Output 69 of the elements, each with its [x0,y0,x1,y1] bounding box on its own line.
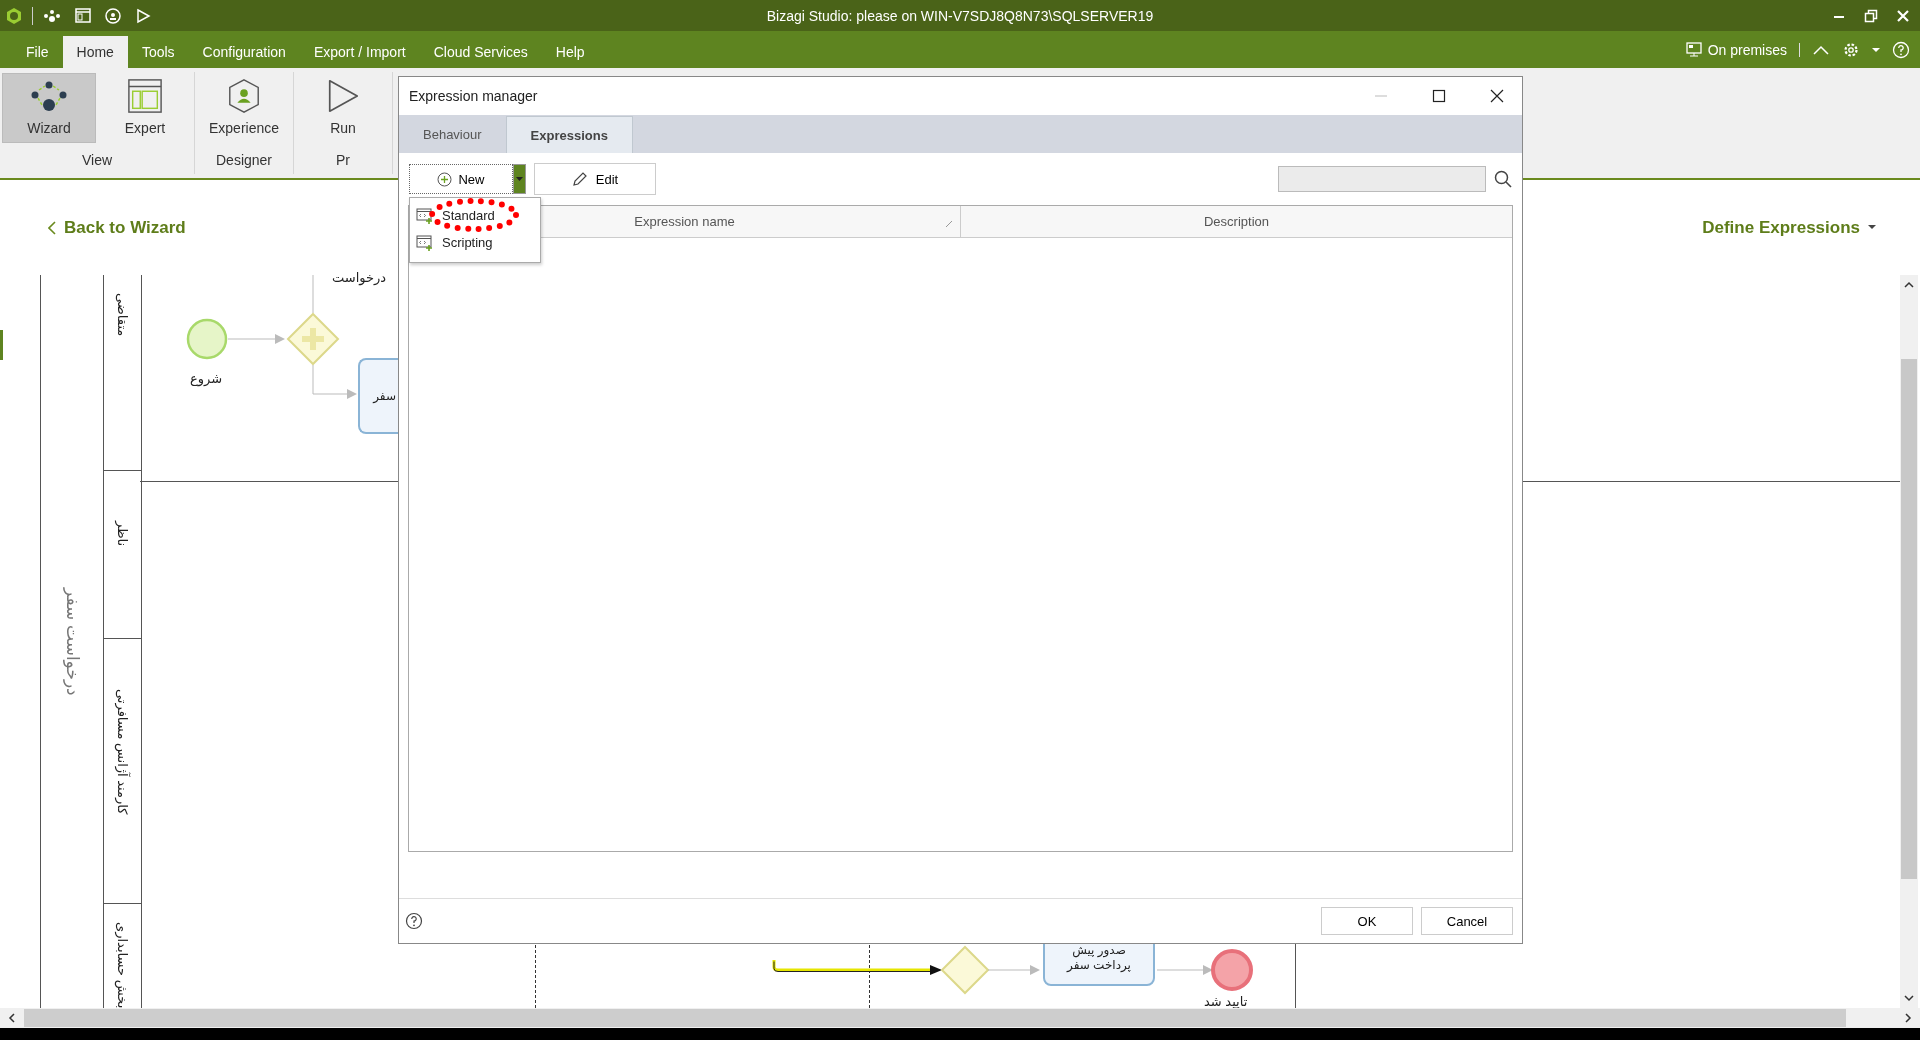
window-title: Bizagi Studio: please on WIN-V7SDJ8Q8N73\SQLSERVER19 [766,7,1154,24]
edit-button[interactable]: Edit [534,163,656,195]
pencil-icon [571,171,588,187]
step-menu[interactable]: Define Expressions [1702,217,1876,238]
lane-header: متقاضی [104,275,141,472]
scroll-down-icon[interactable] [1904,994,1914,1002]
menu-item[interactable]: Scripting [442,235,493,250]
sequence-flow [228,333,286,345]
dialog-tab[interactable]: Expressions [505,116,633,153]
horizontal-scrollbar[interactable] [0,1008,1920,1028]
lane-header: بخش حسابداری [113,920,131,1008]
help-icon[interactable] [405,912,423,930]
script-add-icon [416,207,434,224]
caret-icon [1868,225,1876,230]
parallel-gateway [286,312,340,366]
wizard-icon[interactable] [43,8,61,23]
ribbon-button[interactable]: Experience [197,73,291,143]
environment-label[interactable]: On premises [1707,41,1787,58]
chevron-left-icon [48,220,56,235]
close-icon[interactable] [1490,89,1504,103]
scroll-up-icon[interactable] [1904,281,1914,289]
scroll-left-icon[interactable] [8,1013,16,1023]
menu-tab[interactable]: Tools [127,36,189,68]
dialog-button[interactable]: Cancel [1421,907,1513,935]
caret-icon [516,177,523,181]
event-label: تایید شد [1204,994,1248,1009]
scroll-right-icon[interactable] [1904,1013,1912,1023]
ribbon-button[interactable]: Expert [98,73,192,143]
sort-icon [946,221,952,227]
layout-icon[interactable] [75,8,91,23]
lane-header: ناظر [104,471,141,640]
lane-header: کارمند آژانس مسافرتی [104,639,141,904]
app-logo-icon [6,6,22,25]
play-icon[interactable] [135,7,151,24]
task-box: سفر [358,358,398,434]
dialog-title: Expression manager [409,88,538,104]
search-field[interactable] [1278,166,1486,192]
vertical-scrollbar[interactable] [1900,275,1918,1008]
restore-icon[interactable] [1864,8,1878,23]
dialog-tab[interactable]: Behaviour [399,116,506,153]
group-label: Pr [336,152,350,170]
menu-tab[interactable]: Configuration [188,36,300,68]
add-icon [437,171,453,187]
pool-header: درخواست سفر [40,275,103,1008]
group-label: View [81,152,113,170]
column-header[interactable]: Description [961,206,1512,237]
group-label: Designer [216,152,272,170]
dialog-button[interactable]: OK [1321,907,1413,935]
collapse-ribbon-icon[interactable] [1812,43,1830,56]
monitor-icon [1685,42,1702,57]
menu-tab[interactable]: Help [541,36,599,68]
back-link[interactable]: Back to Wizard [48,217,186,238]
menu-tab[interactable]: File [12,36,63,68]
script-add-icon [416,234,434,251]
end-event [1210,948,1254,992]
layout-icon [126,78,164,114]
search-icon[interactable] [1494,170,1512,188]
menu-tab[interactable]: Export / Import [299,36,420,68]
ribbon-button[interactable]: Run [296,73,390,143]
ribbon-button[interactable]: Wizard [2,73,96,143]
dropdown-toggle[interactable] [513,164,526,194]
menu-tab[interactable]: Home [62,36,128,68]
maximize-icon[interactable] [1432,89,1446,103]
event-label: شروع [190,371,223,386]
start-event [186,318,228,360]
flow-label: درخواست [332,270,387,285]
caret-icon[interactable] [1872,46,1880,53]
menu-tab[interactable]: Cloud Services [419,36,542,68]
person-icon[interactable] [105,7,121,24]
